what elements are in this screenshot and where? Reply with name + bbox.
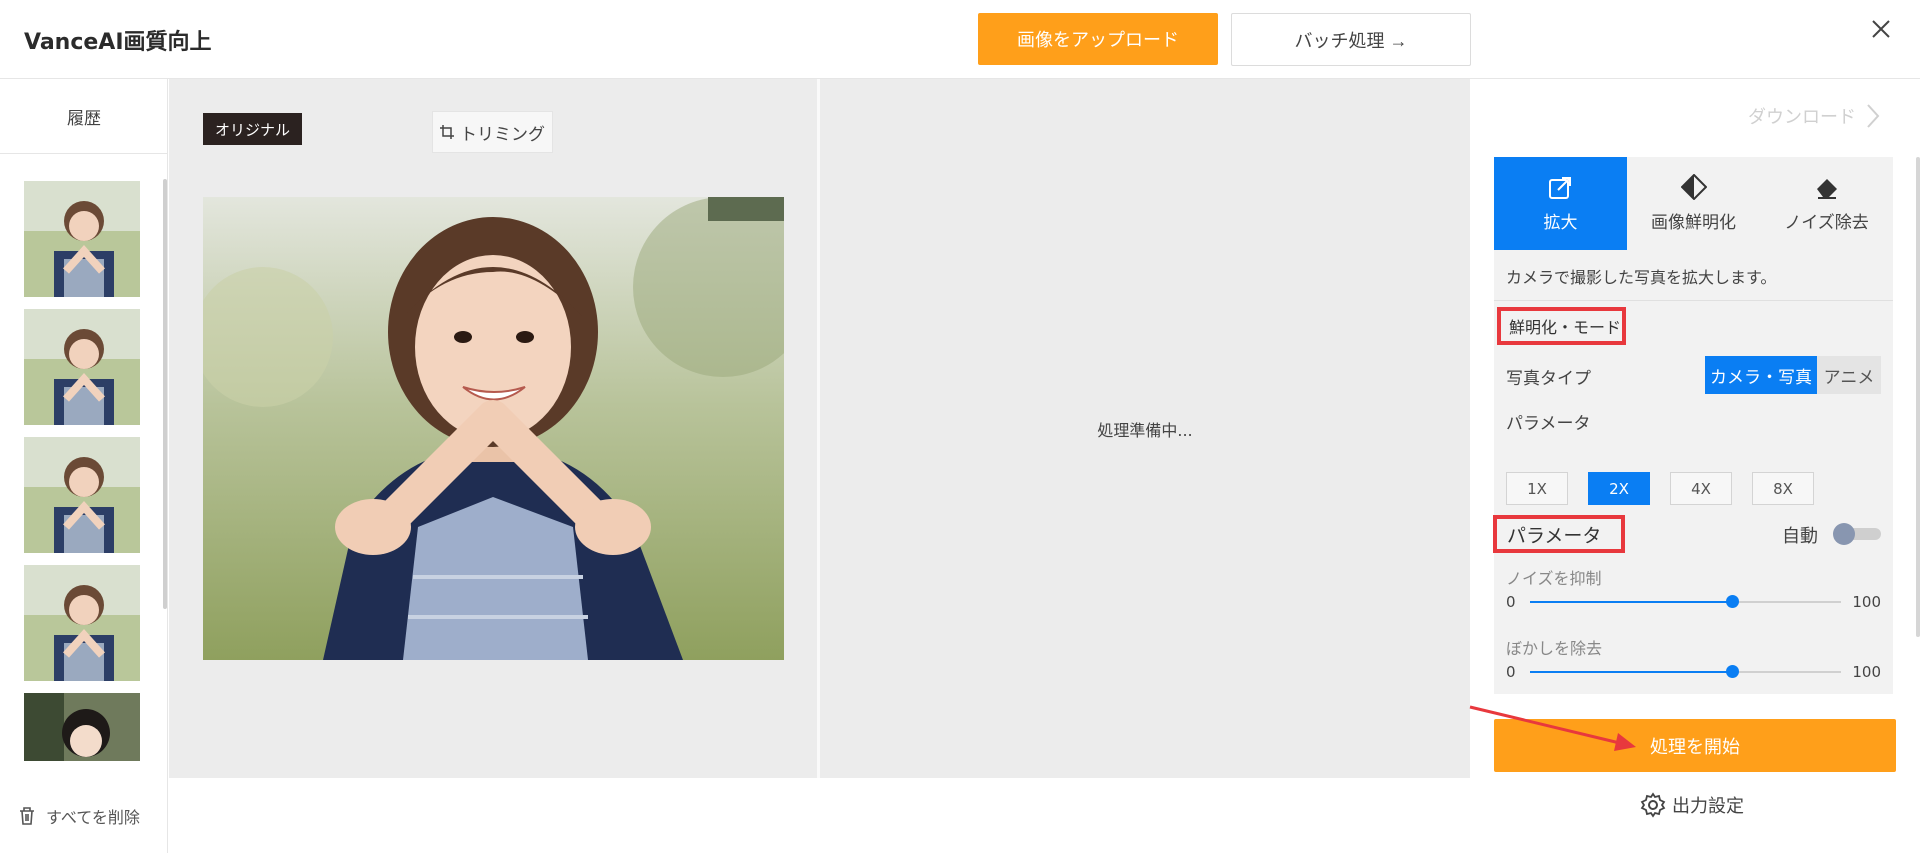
scale-8x-button[interactable]: 8X <box>1752 472 1814 505</box>
mode-description: カメラで撮影した写真を拡大します。 <box>1506 268 1777 287</box>
result-image-pane: 処理準備中... <box>820 79 1470 778</box>
noise-slider-max: 100 <box>1852 593 1881 611</box>
processing-status: 処理準備中... <box>1097 421 1193 440</box>
deblur-slider-min: 0 <box>1506 663 1516 681</box>
output-settings-label: 出力設定 <box>1672 796 1744 817</box>
history-thumbnail[interactable] <box>24 437 140 553</box>
app-title: VanceAI画質向上 <box>24 30 212 55</box>
parameter-label: パラメータ <box>1506 414 1591 434</box>
deblur-slider-fill <box>1530 671 1733 673</box>
tab-sharpen[interactable]: 画像鮮明化 <box>1627 157 1760 250</box>
history-thumbnail[interactable] <box>24 309 140 425</box>
auto-toggle-knob <box>1833 523 1855 545</box>
trim-label: トリミング <box>460 124 545 145</box>
photo-type-camera[interactable]: カメラ・写真 <box>1705 356 1817 394</box>
settings-box: カメラで撮影した写真を拡大します。 鮮明化・モード 写真タイプ カメラ・写真 ア… <box>1493 250 1893 694</box>
sharpen-icon <box>1680 174 1707 200</box>
original-photo <box>203 197 784 660</box>
noise-slider-track[interactable] <box>1530 595 1841 608</box>
deblur-slider-thumb[interactable] <box>1726 665 1740 678</box>
download-button[interactable]: ダウンロード <box>1748 103 1880 129</box>
divider <box>1494 300 1893 301</box>
original-badge: オリジナル <box>203 113 303 145</box>
upload-image-button[interactable]: 画像をアップロード <box>978 13 1218 65</box>
gear-icon <box>1640 792 1666 818</box>
scale-1x-button[interactable]: 1X <box>1506 472 1568 505</box>
auto-toggle[interactable] <box>1833 523 1881 545</box>
parameter-section-label: パラメータ <box>1493 515 1625 553</box>
tab-upscale[interactable]: 拡大 <box>1494 157 1627 250</box>
output-settings-button[interactable]: 出力設定 <box>1640 792 1744 818</box>
history-thumbnail[interactable] <box>24 693 140 761</box>
noise-slider[interactable]: 0 100 <box>1506 592 1881 612</box>
photo-type-anime[interactable]: アニメ <box>1817 356 1881 394</box>
history-sidebar: 履歴 すべてを削除 <box>0 79 168 853</box>
original-image-pane: オリジナル トリミング <box>169 79 817 778</box>
upscale-icon <box>1548 177 1571 199</box>
delete-all-label: すべてを削除 <box>46 808 140 827</box>
photo-type-selector: カメラ・写真 アニメ <box>1705 356 1881 394</box>
history-thumbnail-list <box>24 181 142 761</box>
tab-upscale-label: 拡大 <box>1543 213 1578 233</box>
download-label: ダウンロード <box>1748 107 1856 128</box>
scale-2x-button[interactable]: 2X <box>1588 472 1650 505</box>
eraser-icon <box>1816 179 1837 199</box>
crop-icon <box>440 125 454 139</box>
trash-icon <box>20 807 34 825</box>
deblur-slider-track[interactable] <box>1530 665 1841 678</box>
photo-type-label: 写真タイプ <box>1506 369 1591 389</box>
history-label: 履歴 <box>0 79 168 154</box>
noise-slider-min: 0 <box>1506 593 1516 611</box>
delete-all-button[interactable]: すべてを削除 <box>18 804 140 828</box>
thumbnail-scrollbar[interactable] <box>163 179 167 609</box>
top-bar: VanceAI画質向上 画像をアップロード バッチ処理 → <box>0 0 1920 79</box>
tab-sharpen-label: 画像鮮明化 <box>1651 213 1736 233</box>
deblur-slider-max: 100 <box>1852 663 1881 681</box>
chevron-right-icon <box>1867 104 1880 128</box>
tab-denoise-label: ノイズ除去 <box>1784 213 1869 233</box>
tab-denoise[interactable]: ノイズ除去 <box>1760 157 1893 250</box>
noise-suppression-label: ノイズを抑制 <box>1506 569 1602 588</box>
noise-slider-thumb[interactable] <box>1726 595 1740 608</box>
scale-selector: 1X 2X 4X 8X <box>1506 472 1814 505</box>
history-thumbnail[interactable] <box>24 565 140 681</box>
history-thumbnail[interactable] <box>24 181 140 297</box>
sharpen-mode-label: 鮮明化・モード <box>1497 307 1626 345</box>
trim-button[interactable]: トリミング <box>432 111 553 153</box>
scale-4x-button[interactable]: 4X <box>1670 472 1732 505</box>
deblur-slider[interactable]: 0 100 <box>1506 662 1881 682</box>
deblur-label: ぼかしを除去 <box>1506 639 1603 658</box>
auto-label: 自動 <box>1782 526 1818 547</box>
noise-slider-fill <box>1530 601 1733 603</box>
mode-tabs: 拡大 画像鮮明化 ノイズ除去 <box>1494 157 1893 250</box>
panel-scrollbar[interactable] <box>1916 157 1920 637</box>
batch-process-button[interactable]: バッチ処理 → <box>1231 13 1471 66</box>
close-icon[interactable] <box>1866 14 1896 44</box>
annotation-arrow <box>1469 705 1636 751</box>
